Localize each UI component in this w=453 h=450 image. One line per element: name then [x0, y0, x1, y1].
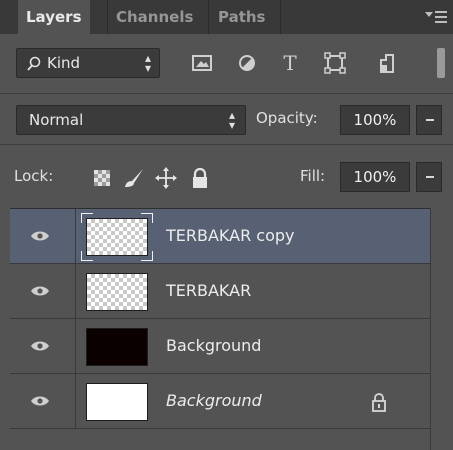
stepper-arrows-icon: ▴ ▾	[228, 108, 235, 132]
layer-name[interactable]: Background	[166, 336, 261, 355]
filter-toggle-switch[interactable]	[437, 48, 445, 78]
filter-kind-label: Kind	[47, 54, 81, 72]
tab-divider	[280, 0, 281, 34]
layer-row-background-black[interactable]: Background	[10, 319, 430, 374]
layer-thumbnail[interactable]	[86, 383, 148, 421]
lock-label: Lock:	[14, 167, 54, 185]
padlock-icon[interactable]	[371, 392, 387, 412]
layer-filter-row: Kind ▴ ▾ T	[0, 34, 453, 94]
layers-panel: Layers Channels Paths Kind ▴ ▾ T Normal …	[0, 0, 453, 450]
layer-visibility-toggle[interactable]	[10, 264, 76, 318]
layer-thumbnail[interactable]	[86, 218, 148, 256]
blend-mode-value: Normal	[29, 111, 84, 129]
lock-row: Lock: Fill: 100%	[0, 146, 453, 206]
layer-row-background-locked[interactable]: Background	[10, 374, 430, 429]
panel-tab-bar: Layers Channels Paths	[0, 0, 453, 34]
lock-position-move-icon[interactable]	[154, 166, 178, 190]
lock-transparent-pixels-icon[interactable]	[90, 166, 114, 190]
chevron-down-icon	[426, 119, 434, 121]
eye-icon	[31, 341, 49, 351]
chevron-down-icon	[426, 176, 434, 178]
image-filter-icon[interactable]	[187, 48, 217, 78]
blend-row: Normal ▴ ▾ Opacity: 100%	[0, 95, 453, 145]
layer-name[interactable]: Background	[166, 391, 262, 410]
filter-kind-select[interactable]: Kind ▴ ▾	[16, 48, 160, 78]
eye-icon	[31, 286, 49, 296]
tab-channels[interactable]: Channels	[108, 0, 201, 34]
lock-all-icon[interactable]	[188, 166, 212, 190]
fill-label: Fill:	[300, 167, 326, 185]
shape-filter-icon[interactable]	[320, 48, 350, 78]
fill-input[interactable]: 100%	[340, 162, 410, 192]
tab-layers[interactable]: Layers	[18, 0, 90, 34]
layers-scroll-area[interactable]	[430, 208, 453, 450]
eye-icon	[31, 231, 49, 241]
layers-list: TERBAKAR copy TERBAKAR Background Backgr…	[10, 208, 430, 450]
layer-visibility-toggle[interactable]	[10, 374, 76, 428]
layer-row-terbakar-copy[interactable]: TERBAKAR copy	[10, 209, 430, 264]
layer-visibility-toggle[interactable]	[10, 209, 76, 263]
tab-divider	[208, 0, 209, 34]
panel-menu-icon[interactable]	[425, 8, 447, 26]
layer-thumbnail[interactable]	[86, 273, 148, 311]
blend-mode-select[interactable]: Normal ▴ ▾	[16, 105, 246, 135]
adjustment-filter-icon[interactable]	[232, 48, 262, 78]
layer-row-terbakar[interactable]: TERBAKAR	[10, 264, 430, 319]
opacity-input[interactable]: 100%	[340, 105, 410, 135]
search-icon	[27, 56, 41, 71]
type-filter-icon[interactable]: T	[275, 48, 305, 78]
opacity-dropdown-button[interactable]	[416, 105, 442, 135]
layer-thumbnail[interactable]	[86, 328, 148, 366]
tab-paths[interactable]: Paths	[210, 0, 274, 34]
fill-dropdown-button[interactable]	[416, 162, 442, 192]
eye-icon	[31, 396, 49, 406]
opacity-label: Opacity:	[256, 109, 318, 127]
layer-name[interactable]: TERBAKAR copy	[166, 226, 295, 245]
stepper-arrows-icon: ▴ ▾	[144, 51, 151, 75]
lock-image-pixels-brush-icon[interactable]	[122, 166, 146, 190]
layer-visibility-toggle[interactable]	[10, 319, 76, 373]
layer-name[interactable]: TERBAKAR	[166, 281, 251, 300]
smart-object-filter-icon[interactable]	[372, 48, 402, 78]
